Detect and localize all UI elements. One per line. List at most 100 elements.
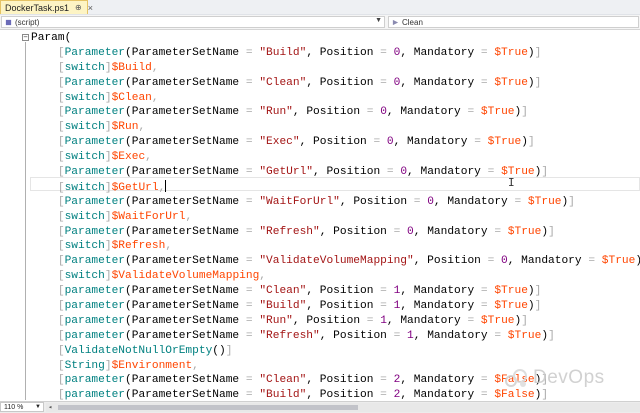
code-token: (ParameterSetName [125, 106, 246, 119]
code-token: ] [521, 314, 528, 327]
chevron-down-icon[interactable]: ▼ [375, 17, 382, 24]
code-token: = [245, 166, 253, 179]
code-token: $Refresh [111, 240, 166, 253]
code-token: [ [31, 240, 65, 253]
code-line[interactable]: [Parameter(ParameterSetName = "WaitForUr… [31, 195, 640, 210]
zoom-select[interactable]: 110 % ▼ [0, 402, 44, 412]
code-token: , Mandatory [400, 76, 481, 89]
code-token: , Position [319, 225, 394, 238]
tab-strip: DockerTask.ps1 ⊕ × [0, 0, 640, 15]
code-token: Parameter [64, 136, 126, 149]
chevron-down-icon[interactable]: ▼ [35, 403, 41, 412]
code-token: "Build" [259, 389, 307, 400]
close-icon[interactable]: × [88, 3, 93, 13]
code-token: [ [31, 359, 65, 372]
code-token: 0 [501, 255, 508, 268]
code-token: (ParameterSetName [125, 46, 246, 59]
code-token: = [474, 136, 481, 149]
code-line[interactable]: [Parameter(ParameterSetName = "Refresh",… [31, 225, 640, 240]
code-token: switch [64, 270, 105, 283]
code-token: "Run" [259, 106, 293, 119]
code-token: , Position [306, 76, 381, 89]
code-line[interactable]: Param( [31, 31, 640, 46]
code-token: [ [31, 106, 65, 119]
member-dropdown[interactable]: Clean [388, 16, 639, 28]
code-token: $True [507, 329, 542, 342]
code-token: (ParameterSetName [125, 255, 246, 268]
code-token: , [151, 91, 159, 104]
code-line[interactable]: [Parameter(ParameterSetName = "Clean", P… [31, 76, 640, 91]
code-line[interactable]: [parameter(ParameterSetName = "Run", Pos… [31, 314, 640, 329]
code-token: = [245, 195, 253, 208]
code-token: 0 [380, 106, 387, 119]
code-line[interactable]: [parameter(ParameterSetName = "Refresh",… [31, 329, 640, 344]
code-line[interactable]: [Parameter(ParameterSetName = "Build", P… [31, 46, 640, 61]
code-line[interactable]: [switch]$GetUrl, [31, 179, 640, 195]
code-token: Parameter [64, 106, 126, 119]
scrollbar-thumb[interactable] [58, 405, 358, 410]
code-token: , Mandatory [400, 285, 481, 298]
code-token: $GetUrl [111, 181, 159, 194]
code-token: ] [548, 225, 555, 238]
code-line[interactable]: [switch]$WaitForUrl, [31, 210, 640, 225]
code-token: 0 [407, 225, 414, 238]
code-token: "ValidateVolumeMapping" [259, 255, 414, 268]
code-text[interactable]: Param( [Parameter(ParameterSetName = "Bu… [31, 31, 640, 400]
watermark: DevOps [503, 367, 605, 389]
code-token: parameter [64, 389, 126, 400]
collapse-icon[interactable]: − [22, 34, 29, 41]
code-line[interactable]: [Parameter(ParameterSetName = "GetUrl", … [31, 165, 640, 180]
code-token: (ParameterSetName [125, 285, 246, 298]
scope-dropdown-value: (script) [15, 17, 40, 27]
tab-dockertask[interactable]: DockerTask.ps1 ⊕ × [0, 0, 93, 14]
scroll-left-icon[interactable]: ◂ [48, 403, 52, 412]
code-token: $True [494, 46, 528, 59]
code-token: [ [31, 181, 65, 194]
code-token: , Position [306, 374, 381, 387]
code-token: "GetUrl" [259, 166, 314, 179]
code-line[interactable]: [switch]$Exec, [31, 150, 640, 165]
code-token: $Clean [111, 91, 152, 104]
code-token: , Position [319, 329, 394, 342]
code-line[interactable]: [parameter(ParameterSetName = "Clean", P… [31, 284, 640, 299]
code-token: (ParameterSetName [125, 166, 246, 179]
code-token: [ [31, 329, 65, 342]
code-line[interactable]: [switch]$Clean, [31, 91, 640, 106]
code-token: , Position [313, 166, 387, 179]
code-line[interactable]: [switch]$Build, [31, 61, 640, 76]
code-line[interactable]: [parameter(ParameterSetName = "Build", P… [31, 299, 640, 314]
code-line[interactable]: [switch]$ValidateVolumeMapping, [31, 269, 640, 284]
code-line[interactable]: [switch]$Run, [31, 120, 640, 135]
code-token: , [145, 151, 152, 164]
code-token: $True [480, 106, 515, 119]
code-line[interactable]: [parameter(ParameterSetName = "Build", P… [31, 388, 640, 400]
code-token: ] [104, 151, 112, 164]
code-token: $Build [111, 61, 152, 74]
code-token: String [64, 359, 105, 372]
tab-title: DockerTask.ps1 [5, 2, 70, 13]
code-line[interactable]: [ValidateNotNullOrEmpty()] [31, 344, 640, 359]
code-token: = [480, 300, 488, 313]
code-token: [ [31, 389, 65, 400]
horizontal-scrollbar[interactable]: ◂ [46, 403, 640, 412]
code-editor[interactable]: − Param( [Parameter(ParameterSetName = "… [0, 30, 640, 400]
code-token: switch [64, 240, 105, 253]
scope-dropdown[interactable]: (script) ▼ [1, 16, 385, 28]
code-line[interactable]: [Parameter(ParameterSetName = "ValidateV… [31, 254, 640, 269]
code-token: ValidateNotNullOrEmpty [64, 344, 213, 357]
code-token: , [138, 121, 146, 134]
code-token: $Run [111, 121, 139, 134]
code-line[interactable]: [switch]$Refresh, [31, 239, 640, 254]
code-token: , Position [306, 285, 381, 298]
code-line[interactable]: [Parameter(ParameterSetName = "Run", Pos… [31, 105, 640, 120]
code-line[interactable]: [Parameter(ParameterSetName = "Exec", Po… [31, 135, 640, 150]
code-token: = [480, 389, 488, 400]
mouse-ibeam-icon: I [508, 176, 515, 189]
code-token: ] [568, 195, 575, 208]
pin-icon[interactable]: ⊕ [75, 3, 82, 12]
code-token: , Position [339, 195, 414, 208]
